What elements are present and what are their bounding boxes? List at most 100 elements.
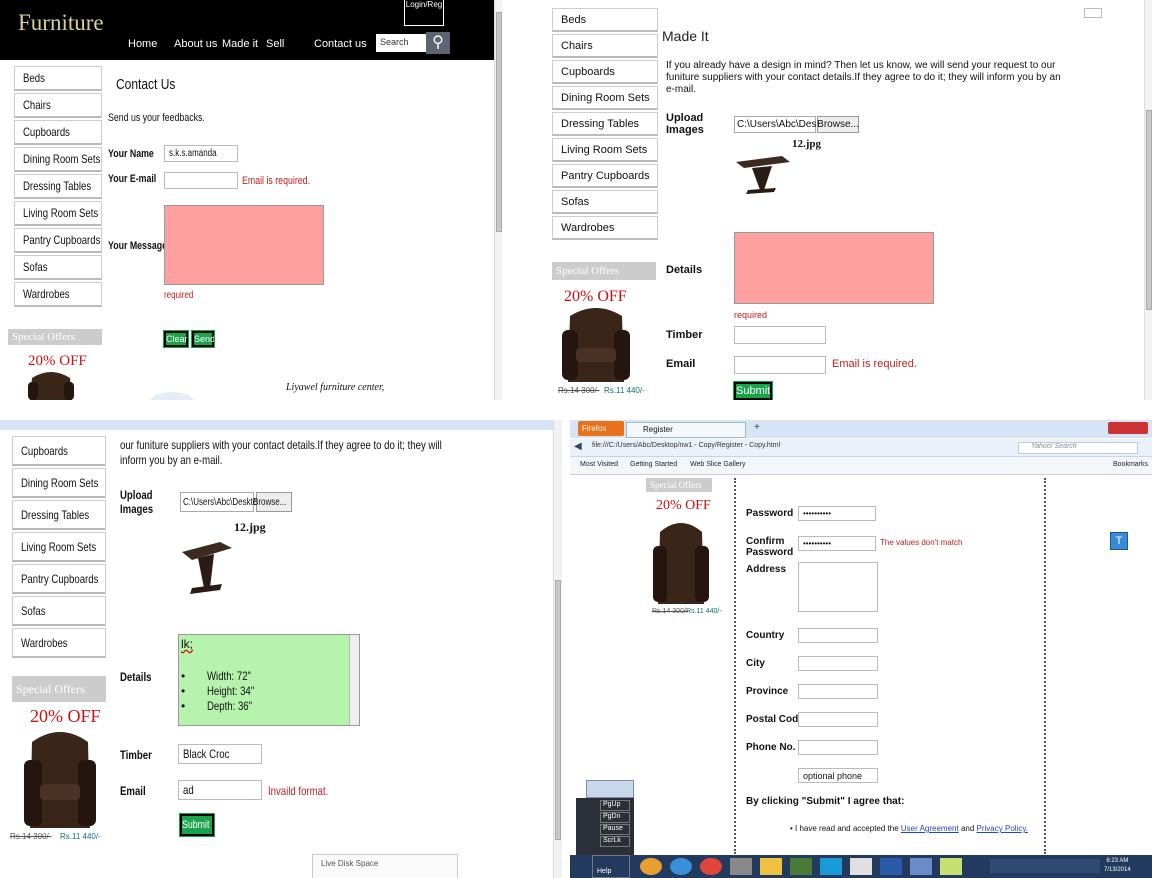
login-link[interactable]: Login/Reg <box>404 0 444 26</box>
site-logo[interactable]: Furniture <box>18 10 104 36</box>
search-icon[interactable]: ⚲ <box>426 32 450 54</box>
bookmark-most-visited[interactable]: Most Visited <box>580 461 618 468</box>
send-button[interactable]: Send <box>191 330 215 348</box>
name-field[interactable]: s.k.s.amanda <box>164 145 238 162</box>
province-field[interactable] <box>798 684 878 699</box>
key-pgup[interactable]: PgUp <box>600 800 630 811</box>
browse-button[interactable]: Browse... <box>817 116 859 133</box>
sidebar-item-wardrobes[interactable]: Wardrobes <box>12 628 106 658</box>
firefox-taskbar-icon[interactable] <box>640 858 662 875</box>
email-field[interactable] <box>734 356 826 374</box>
word-taskbar-icon[interactable] <box>880 858 902 875</box>
email-field[interactable]: ad <box>178 780 262 800</box>
sidebar-item-sofas[interactable]: Sofas <box>14 255 102 280</box>
sidebar-item-sofas[interactable]: Sofas <box>552 190 658 214</box>
sidebar-item-chairs[interactable]: Chairs <box>14 93 102 118</box>
window-button[interactable] <box>1084 8 1102 18</box>
key-pgdn[interactable]: PgDn <box>600 812 630 823</box>
textarea-scrollbar[interactable] <box>349 635 359 725</box>
sidebar-item-cupboards[interactable]: Cupboards <box>552 60 658 84</box>
back-icon[interactable]: ◀ <box>574 441 582 452</box>
armchair-image[interactable] <box>26 368 76 400</box>
phone-field[interactable] <box>798 740 878 755</box>
sidebar-item-wardrobes[interactable]: Wardrobes <box>552 216 658 240</box>
sidebar-item-chairs[interactable]: Chairs <box>552 34 658 58</box>
ie-taskbar-icon[interactable] <box>670 858 692 875</box>
system-tray[interactable] <box>990 859 1100 873</box>
search-input[interactable]: Search <box>376 34 426 52</box>
sidebar-item-living[interactable]: Living Room Sets <box>552 138 658 162</box>
search-box[interactable]: Yahoo! Search <box>1018 442 1138 454</box>
sidebar-item-dressing[interactable]: Dressing Tables <box>12 500 106 530</box>
sidebar-item-living[interactable]: Living Room Sets <box>12 532 106 562</box>
tab-register[interactable]: Register <box>626 422 746 438</box>
live-disk-popup[interactable]: Live Disk Space <box>312 854 458 878</box>
country-field[interactable] <box>798 628 878 643</box>
new-tab-button[interactable]: + <box>754 422 760 433</box>
password-field[interactable]: •••••••••• <box>798 506 876 521</box>
bookmark-getting-started[interactable]: Getting Started <box>630 461 677 468</box>
chrome-taskbar-icon[interactable] <box>700 858 722 875</box>
clock[interactable]: 6:23 AM 7/13/2014 <box>1104 857 1131 875</box>
address-textarea[interactable] <box>798 562 878 612</box>
armchair-image[interactable] <box>560 302 632 382</box>
explorer-taskbar-icon[interactable] <box>760 858 782 875</box>
window-controls[interactable] <box>1108 422 1148 434</box>
armchair-image[interactable] <box>652 516 710 604</box>
scrollbar[interactable] <box>553 420 562 878</box>
nav-about[interactable]: About us <box>174 38 217 50</box>
sidebar-item-cupboards[interactable]: Cupboards <box>14 120 102 145</box>
nav-contact[interactable]: Contact us <box>314 38 367 50</box>
bookmarks-menu[interactable]: Bookmarks <box>1113 461 1148 468</box>
nav-sell[interactable]: Sell <box>266 38 284 50</box>
paint-taskbar-icon[interactable] <box>850 858 872 875</box>
submit-button[interactable]: Submit <box>179 813 215 837</box>
url-text[interactable]: file:///C:/Users/Abc/Desktop/nw1 - Copy/… <box>592 442 780 449</box>
sidebar-item-dining[interactable]: Dining Room Sets <box>12 468 106 498</box>
timber-field[interactable]: Black Croc <box>178 744 262 764</box>
timber-field[interactable] <box>734 326 826 344</box>
optional-phone-field[interactable]: optional phone <box>798 768 878 783</box>
sidebar-item-dining[interactable]: Dining Room Sets <box>14 147 102 172</box>
file-path-field[interactable]: C:\Users\Abc\Desktop\ <box>180 492 264 512</box>
sidebar-item-pantry[interactable]: Pantry Cupboards <box>12 564 106 594</box>
details-textarea[interactable]: lk; • Width: 72" • Height: 34" • Depth: 36" <box>178 634 360 726</box>
firefox-menu-button[interactable]: Firefox <box>578 421 624 436</box>
network-taskbar-icon[interactable] <box>910 858 932 875</box>
sidebar-item-cupboards[interactable]: Cupboards <box>12 436 106 466</box>
sidebar-item-dressing[interactable]: Dressing Tables <box>552 112 658 136</box>
skype-taskbar-icon[interactable] <box>820 858 842 875</box>
file-path-field[interactable]: C:\Users\Abc\Desktop\ <box>734 116 838 133</box>
key-pause[interactable]: Pause <box>600 824 630 835</box>
osk-window-controls[interactable] <box>586 780 634 798</box>
city-field[interactable] <box>798 656 878 671</box>
privacy-policy-link[interactable]: Privacy Policy. <box>977 824 1028 833</box>
address-bar[interactable]: ◀ file:///C:/Users/Abc/Desktop/nw1 - Cop… <box>570 439 1152 457</box>
key-scrlk[interactable]: ScrLk <box>600 836 630 847</box>
message-textarea[interactable] <box>164 205 324 285</box>
notepad-taskbar-icon[interactable] <box>940 858 962 875</box>
armchair-image[interactable] <box>22 724 98 828</box>
key-help[interactable]: Help <box>592 855 630 878</box>
nav-made-it[interactable]: Made it <box>222 38 258 50</box>
sidebar-item-pantry[interactable]: Pantry Cupboards <box>552 164 658 188</box>
sidebar-item-pantry[interactable]: Pantry Cupboards <box>14 228 102 253</box>
confirm-password-field[interactable]: •••••••••• <box>798 536 876 551</box>
scrollbar[interactable] <box>494 0 502 400</box>
clear-button[interactable]: Clear <box>163 330 189 348</box>
scrollbar[interactable] <box>1144 0 1152 400</box>
postal-code-field[interactable] <box>798 712 878 727</box>
sidebar-item-living[interactable]: Living Room Sets <box>14 201 102 226</box>
submit-button[interactable]: Submit <box>733 381 773 400</box>
on-screen-keyboard[interactable]: PgUp PgDn Pause ScrLk <box>576 798 634 856</box>
details-textarea[interactable] <box>734 232 934 304</box>
sidebar-item-beds[interactable]: Beds <box>552 8 658 32</box>
calculator-taskbar-icon[interactable] <box>730 858 752 875</box>
nav-home[interactable]: Home <box>128 38 157 50</box>
browse-button[interactable]: Browse... <box>253 492 292 512</box>
user-agreement-link[interactable]: User Agreement <box>901 824 959 833</box>
dreamweaver-taskbar-icon[interactable] <box>790 858 812 875</box>
sidebar-item-beds[interactable]: Beds <box>14 66 102 91</box>
bookmark-web-slice[interactable]: Web Slice Gallery <box>690 461 746 468</box>
sidebar-item-dressing[interactable]: Dressing Tables <box>14 174 102 199</box>
